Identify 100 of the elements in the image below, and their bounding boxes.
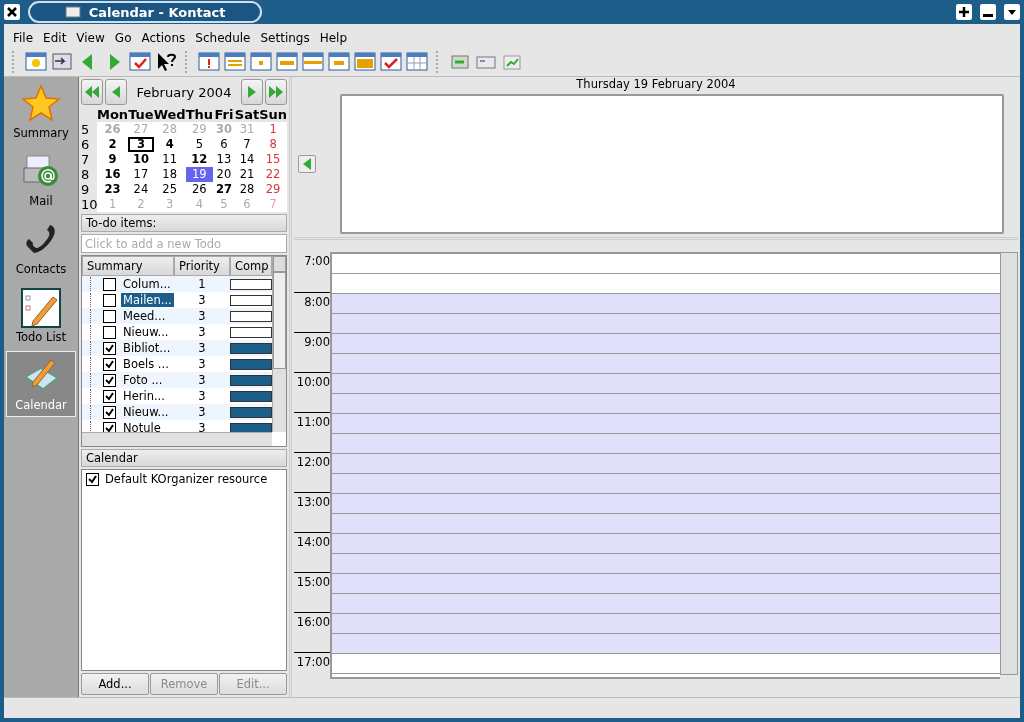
collapse-button[interactable] (298, 155, 316, 173)
calendar-day[interactable]: 3 (128, 137, 154, 152)
next-month-button[interactable] (241, 79, 263, 105)
calendar-day[interactable]: 10 (128, 152, 154, 167)
next-year-button[interactable] (265, 79, 287, 105)
list-window-icon[interactable] (224, 51, 246, 73)
calendar-day[interactable]: 4 (153, 137, 186, 152)
menu-item[interactable]: Settings (255, 31, 315, 45)
calendar-day[interactable]: 23 (97, 182, 129, 197)
todo-summary[interactable]: Colum... (121, 277, 173, 291)
previous-month-button[interactable] (105, 79, 127, 105)
calendar-day[interactable]: 15 (259, 152, 287, 167)
calendar-day[interactable]: 19 (185, 167, 214, 182)
maximize-button[interactable] (956, 4, 972, 20)
calendar-day[interactable]: 1 (259, 122, 287, 137)
calendar-day[interactable]: 18 (153, 167, 186, 182)
double-right-icon (269, 86, 283, 98)
calendar-day[interactable]: 7 (234, 137, 260, 152)
column-header[interactable]: Comp (230, 256, 272, 276)
calendar-day[interactable]: 17 (128, 167, 154, 182)
previous-year-button[interactable] (81, 79, 103, 105)
plus-icon (958, 6, 970, 18)
checkbox[interactable] (103, 341, 116, 355)
calendar-day[interactable]: 20 (213, 167, 235, 182)
calendar-day[interactable]: 29 (259, 182, 287, 197)
minimize-button[interactable] (980, 4, 996, 20)
menu-item[interactable]: Edit (38, 31, 72, 45)
calendar-day[interactable]: 22 (259, 167, 287, 182)
resource-button[interactable]: Add... (81, 673, 149, 695)
todo-summary[interactable]: Herin... (121, 389, 167, 403)
vertical-scrollbar[interactable] (272, 256, 286, 432)
todo-summary[interactable]: Boels ... (121, 357, 171, 371)
todo-summary[interactable]: Foto ... (121, 373, 165, 387)
next-days-window-icon[interactable] (328, 51, 350, 73)
new-todo-field[interactable]: Click to add a new Todo (81, 234, 287, 253)
calendar-day[interactable]: 28 (234, 182, 260, 197)
checkbox[interactable] (103, 373, 116, 387)
completion-bar (230, 342, 272, 354)
calendar-day[interactable]: 14 (234, 152, 260, 167)
todo-summary[interactable]: Meed... (121, 309, 168, 323)
calendar-day[interactable]: 11 (153, 152, 186, 167)
horizontal-scrollbar[interactable] (82, 432, 272, 446)
calendar-day[interactable]: 26 (185, 182, 214, 197)
checkbox[interactable] (86, 472, 99, 486)
calendar-day[interactable]: 5 (185, 137, 214, 152)
sidebar-item[interactable]: Todo List (6, 283, 76, 349)
calendar-day[interactable]: 8 (259, 137, 287, 152)
resource-label: Default KOrganizer resource (105, 472, 268, 486)
workweek-window-icon[interactable] (276, 51, 298, 73)
sidebar-item[interactable]: Calendar (6, 351, 76, 417)
weekday-header: Mon (97, 107, 129, 122)
menu-item[interactable]: File (8, 31, 39, 45)
calendar-day[interactable]: 25 (153, 182, 186, 197)
checkbox[interactable] (103, 405, 116, 419)
close-button[interactable] (4, 4, 20, 20)
calendar-day[interactable]: 16 (97, 167, 129, 182)
sidebar-item[interactable]: Summary (6, 79, 76, 145)
menu-item[interactable]: Help (314, 31, 353, 45)
calendar-day[interactable]: 2 (97, 137, 129, 152)
menu-item[interactable]: Schedule (190, 31, 256, 45)
calendar-day[interactable]: 13 (213, 152, 235, 167)
todo-summary[interactable]: Notule (121, 421, 163, 432)
checkbox[interactable] (103, 389, 116, 403)
help-pointer-icon[interactable] (155, 51, 177, 73)
sidebar-item[interactable]: Mail (6, 147, 76, 213)
checkmark-window-icon[interactable] (380, 51, 402, 73)
checkbox[interactable] (103, 325, 116, 339)
column-header[interactable]: Priority (174, 256, 230, 276)
checkbox[interactable] (103, 277, 116, 291)
day-window-icon[interactable] (250, 51, 272, 73)
week-number: 8 (81, 167, 91, 182)
todo-summary[interactable]: Bibliot... (121, 341, 173, 355)
todo-summary[interactable]: Nieuw... (121, 405, 171, 419)
month-window-icon[interactable] (354, 51, 376, 73)
menu-item[interactable]: View (71, 31, 110, 45)
new-window-icon[interactable] (25, 51, 47, 73)
calendar-day[interactable]: 9 (97, 152, 129, 167)
sidebar-item[interactable]: Contacts (6, 215, 76, 281)
calendar-day[interactable]: 24 (128, 182, 154, 197)
menu-item[interactable]: Go (109, 31, 137, 45)
menu-item[interactable]: Actions (136, 31, 191, 45)
calendar-day[interactable]: 12 (185, 152, 214, 167)
calendar-day[interactable]: 27 (213, 182, 235, 197)
checkbox[interactable] (103, 293, 116, 307)
column-header[interactable]: Summary (82, 256, 174, 276)
calendar-day[interactable]: 21 (234, 167, 260, 182)
checkbox[interactable] (103, 357, 116, 371)
todo-summary[interactable]: Mailen... (121, 293, 174, 307)
todo-summary[interactable]: Nieuw... (121, 325, 171, 339)
grid-window-icon[interactable] (406, 51, 428, 73)
exclamation-window-icon[interactable] (198, 51, 220, 73)
menu-button[interactable] (1004, 4, 1020, 20)
vertical-scrollbar[interactable] (1000, 252, 1018, 675)
week-window-icon[interactable] (302, 51, 324, 73)
right-icon (248, 86, 256, 98)
calendar-day[interactable]: 6 (213, 137, 235, 152)
todo-priority: 1 (197, 277, 207, 291)
checkbox[interactable] (103, 309, 116, 323)
checkmark-calendar-icon[interactable] (129, 51, 151, 73)
time-label: 12:00 (296, 455, 330, 469)
